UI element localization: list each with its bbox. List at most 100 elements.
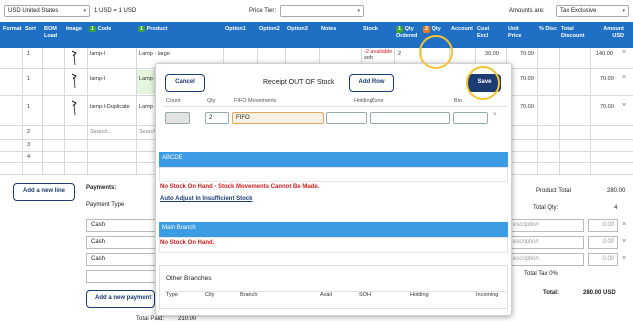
currency-select[interactable]: USD United States ▾ (4, 5, 90, 17)
receipt-out-of-stock-modal: Cancel Receipt OUT OF Stock Add Row Save… (155, 63, 512, 316)
col-divider (64, 48, 65, 174)
col-option1: Option1 (225, 26, 246, 32)
col-product: 1 Product (138, 26, 168, 32)
col-code: 1 Code (89, 26, 112, 32)
col-qty-received: 2 Qty (423, 26, 441, 33)
col-amount: Amount USD (603, 26, 624, 39)
lamp-image-icon (71, 100, 77, 116)
row-amount: 70.00 (600, 104, 614, 110)
qty-input[interactable]: 2 (205, 112, 229, 124)
col-cost: Cost Excl (477, 26, 490, 39)
col-account: Account (451, 26, 473, 32)
col-total-discount: Total Discount (561, 26, 585, 39)
product-total-value: 280.00 (607, 188, 626, 194)
row-sort: 1 (27, 76, 31, 82)
branch-banner-main: Main Branch (159, 222, 508, 237)
price-tier-select[interactable]: ▾ (280, 5, 364, 17)
delete-row-icon[interactable]: × (622, 102, 626, 109)
discount-description-input[interactable]: escription (508, 219, 584, 232)
row-sort: 1 (27, 104, 31, 110)
delete-row-icon[interactable]: × (622, 74, 626, 81)
discount-amount-input[interactable]: 0.00 (588, 253, 618, 266)
delete-discount-icon[interactable]: × (622, 238, 626, 245)
col-stock: Stock (363, 26, 378, 32)
price-tier-label: Price Tier: (249, 8, 277, 14)
col-count: Count (166, 98, 181, 104)
auto-adjust-link[interactable]: Auto Adjust In Insufficient Stock (160, 196, 252, 202)
lamp-image-icon (71, 73, 77, 89)
amounts-select[interactable]: Tax Exclusive ▾ (556, 5, 629, 17)
payment-type-select[interactable]: Cash (86, 219, 156, 232)
col-holding: Holding (354, 98, 373, 104)
branch-banner-abcde: ABCDE (159, 152, 508, 167)
payment-type-select[interactable]: Cash (86, 253, 156, 266)
product-total-label: Product Total (536, 188, 571, 194)
discount-description-input[interactable]: escription (508, 253, 584, 266)
delete-movement-icon[interactable]: × (493, 112, 497, 118)
row-unit-price[interactable]: 70.00 (520, 51, 534, 57)
code-search-input[interactable]: Search... (90, 129, 112, 135)
delete-discount-icon[interactable]: × (622, 255, 626, 262)
bin-select[interactable] (453, 112, 488, 124)
chevron-down-icon: ▾ (622, 8, 625, 14)
col-qty: Qty (207, 98, 216, 104)
modal-title: Receipt OUT OF Stock (263, 79, 335, 86)
ob-col-soh: SOH (359, 292, 371, 298)
total-qty-value: 4 (614, 205, 618, 211)
row-amount: 70.00 (600, 76, 614, 82)
ob-col-avail: Avail (320, 292, 332, 298)
total-label: Total: (543, 290, 559, 296)
payments-label: Payments: (86, 185, 117, 191)
total-value: 280.00 USD (583, 290, 616, 296)
zone-select[interactable] (370, 112, 450, 124)
row-unit-price[interactable]: 70.00 (520, 104, 534, 110)
delete-row-icon[interactable]: × (622, 49, 626, 56)
amounts-label: Amounts are: (509, 8, 545, 14)
row-qty-ordered[interactable]: 2 (398, 51, 401, 57)
chevron-down-icon: ▾ (357, 8, 360, 14)
stock-error-message: No Stock On Hand - Stock Movements Canno… (160, 184, 320, 190)
row-code[interactable]: lamp-l-Duplicate (90, 104, 130, 110)
exchange-rate: 1 USD = 1 USD (94, 8, 137, 14)
row-sort: 1 (27, 51, 31, 57)
fifo-movements-select[interactable]: FIFO (232, 112, 324, 124)
add-payment-button[interactable]: Add a new payment (86, 290, 155, 308)
row-stock: -2 available soh (364, 49, 393, 61)
ob-col-city: City (205, 292, 215, 298)
payment-type-select[interactable] (86, 270, 156, 283)
row-sort: 2 (27, 129, 31, 135)
add-row-button[interactable]: Add Row (349, 74, 394, 92)
lamp-image-icon (71, 50, 77, 66)
col-zone: Zone (371, 98, 384, 104)
col-divider (559, 48, 560, 174)
total-qty-label: Total Qty: (533, 205, 559, 211)
ob-col-branch: Branch (240, 292, 258, 298)
add-line-button[interactable]: Add a new line (13, 183, 75, 201)
holding-input[interactable] (326, 112, 367, 124)
col-bin: Bin (454, 98, 462, 104)
highlight-ring (419, 35, 453, 69)
row-cost[interactable]: 30.00 (485, 51, 499, 57)
table-header: Format Sort BOM Load Image 1 Code 1 Prod… (0, 22, 633, 48)
discount-amount-input[interactable]: 0.00 (588, 219, 618, 232)
col-sort: Sort (25, 26, 36, 32)
col-divider (537, 48, 538, 174)
row-product[interactable]: Lamp - large (139, 51, 170, 57)
cancel-button[interactable]: Cancel (165, 74, 205, 92)
total-paid-label: Total Paid: (136, 316, 165, 322)
total-tax-label: Total Tax 0% (524, 271, 558, 277)
delete-discount-icon[interactable]: × (622, 221, 626, 228)
col-disc: % Disc (539, 26, 558, 32)
col-fifo: FIFO Movements (234, 98, 277, 104)
discount-amount-input[interactable]: 0.00 (588, 236, 618, 249)
col-divider (87, 48, 88, 174)
row-amount: 140.00 (596, 51, 613, 57)
row-code[interactable]: lamp-l (90, 76, 105, 82)
col-qty-ordered: 1 Qty Ordered (396, 26, 418, 39)
payment-type-select[interactable]: Cash (86, 236, 156, 249)
discount-description-input[interactable]: escription (508, 236, 584, 249)
row-code[interactable]: lamp-l (90, 51, 105, 57)
row-unit-price[interactable]: 70.00 (520, 76, 534, 82)
col-option2: Option2 (259, 26, 280, 32)
col-divider (42, 48, 43, 174)
